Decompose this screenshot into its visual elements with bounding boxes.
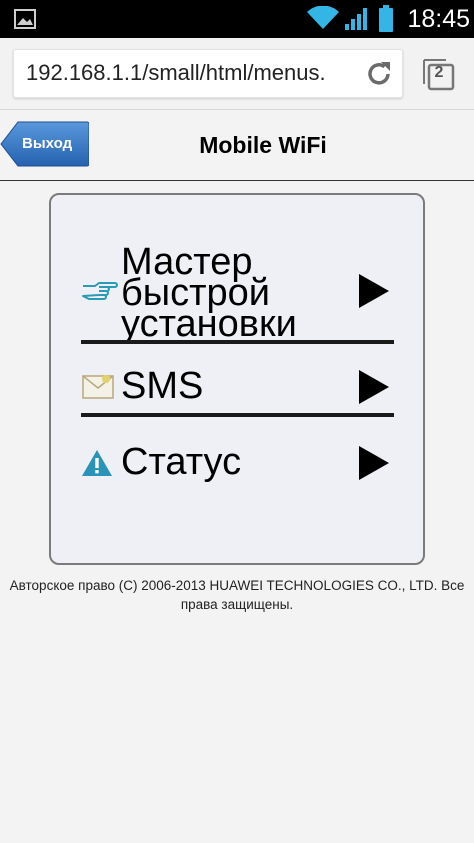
page-title: Mobile WiFi xyxy=(199,132,327,158)
tab-count: 2 xyxy=(434,64,444,81)
url-field[interactable]: 192.168.1.1/small/html/menus. xyxy=(13,49,403,98)
menu-item-status[interactable]: Статус xyxy=(81,443,394,483)
url-text[interactable]: 192.168.1.1/small/html/menus. xyxy=(26,59,356,87)
status-bar: 18:45 xyxy=(0,0,474,38)
chevron-right-icon xyxy=(359,274,389,308)
menu-divider xyxy=(81,340,394,344)
battery-icon xyxy=(379,5,393,32)
exit-button[interactable]: Выход xyxy=(0,121,90,167)
menu-divider xyxy=(81,413,394,417)
warning-icon xyxy=(82,450,112,476)
reload-icon[interactable] xyxy=(364,59,394,89)
copyright-line1: Авторское право (C) 2006-2013 HUAWEI TEC… xyxy=(9,578,465,593)
page-header: Выход Mobile WiFi xyxy=(0,110,474,181)
sms-label[interactable]: SMS xyxy=(121,367,203,405)
copyright-text: Авторское право (C) 2006-2013 HUAWEI TEC… xyxy=(0,576,474,614)
chevron-right-icon xyxy=(359,370,389,404)
status-time: 18:45 xyxy=(407,5,470,33)
pointing-hand-icon xyxy=(82,282,118,300)
browser-address-bar: 192.168.1.1/small/html/menus. xyxy=(0,38,474,110)
status-label[interactable]: Статус xyxy=(121,443,241,481)
envelope-icon xyxy=(82,375,114,399)
gallery-notification-icon xyxy=(14,9,36,29)
menu-panel: Мастер быстрой установки SMS Статус xyxy=(49,193,425,565)
quick-setup-label[interactable]: Мастер быстрой установки xyxy=(121,243,297,345)
menu-item-sms[interactable]: SMS xyxy=(81,367,394,407)
copyright-line2: права защищены. xyxy=(180,597,294,612)
menu-item-quick-setup[interactable]: Мастер быстрой установки xyxy=(81,243,394,345)
signal-strength-icon xyxy=(345,8,367,30)
exit-button-label[interactable]: Выход xyxy=(22,133,72,155)
wifi-icon xyxy=(307,6,339,29)
chevron-right-icon xyxy=(359,446,389,480)
quick-setup-label-line3: установки xyxy=(121,303,297,345)
